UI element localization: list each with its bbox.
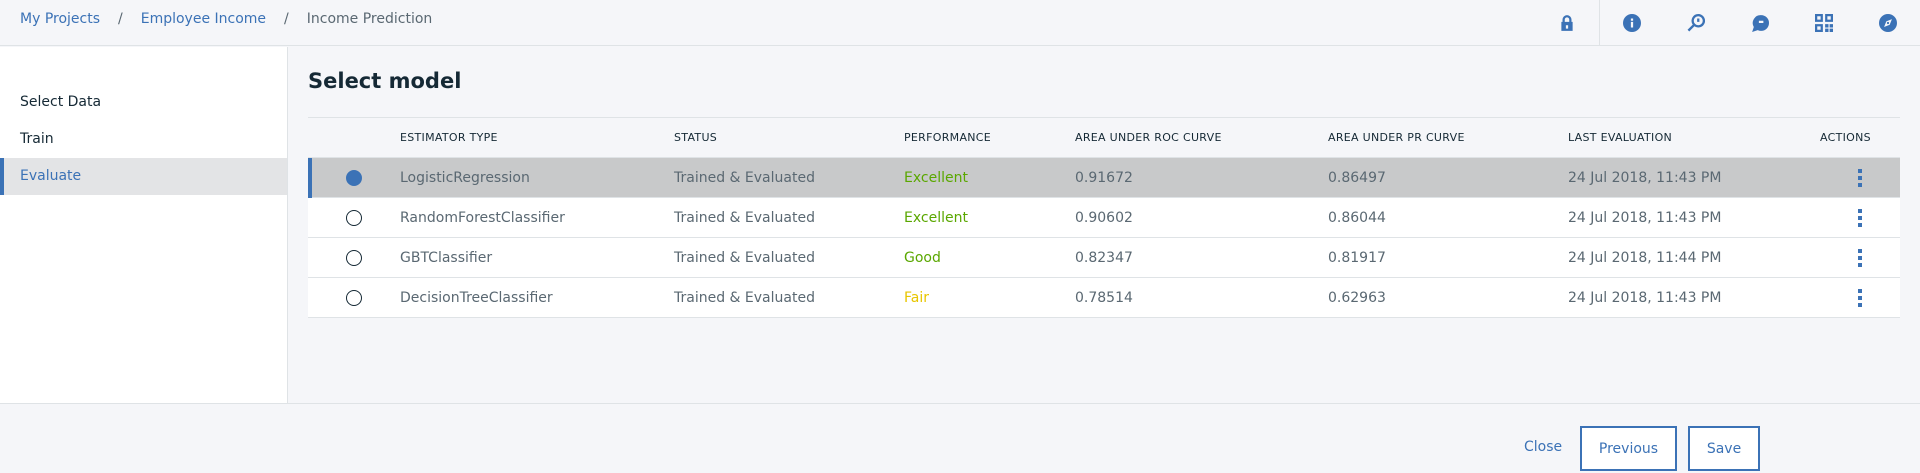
breadcrumb: My Projects / Employee Income / Income P… <box>20 11 432 27</box>
breadcrumb-separator: / <box>118 11 123 27</box>
last-evaluation: 24 Jul 2018, 11:43 PM <box>1568 209 1722 226</box>
sidebar-item-evaluate[interactable]: Evaluate <box>0 158 287 195</box>
header-toolbar <box>1535 0 1920 46</box>
row-radio-button[interactable] <box>346 169 362 186</box>
last-evaluation: 24 Jul 2018, 11:43 PM <box>1568 289 1722 306</box>
sidebar: Select Data Train Evaluate <box>0 47 288 403</box>
header-actions: ACTIONS <box>1820 131 1871 144</box>
pr-value: 0.81917 <box>1328 249 1386 266</box>
close-button[interactable]: Close <box>1524 439 1562 455</box>
status: Trained & Evaluated <box>674 249 815 266</box>
performance: Fair <box>904 289 929 306</box>
models-table: ESTIMATOR TYPE STATUS PERFORMANCE AREA U… <box>308 117 1900 318</box>
estimator-type: GBTClassifier <box>400 249 493 266</box>
chat-icon[interactable] <box>1728 0 1792 46</box>
save-button[interactable]: Save <box>1688 426 1760 471</box>
page-title: Select model <box>308 69 462 93</box>
footer-bar: Close Previous Save <box>0 403 1920 473</box>
performance: Good <box>904 249 941 266</box>
grid-icon[interactable] <box>1792 0 1856 46</box>
overflow-menu-icon[interactable] <box>1852 285 1868 311</box>
header-pr[interactable]: AREA UNDER PR CURVE <box>1328 131 1568 144</box>
sidebar-item-train[interactable]: Train <box>0 121 287 158</box>
table-header: ESTIMATOR TYPE STATUS PERFORMANCE AREA U… <box>308 118 1900 158</box>
table-row[interactable]: GBTClassifier Trained & Evaluated Good 0… <box>308 238 1900 278</box>
pr-value: 0.86497 <box>1328 169 1386 186</box>
estimator-type: LogisticRegression <box>400 169 530 186</box>
pr-value: 0.86044 <box>1328 209 1386 226</box>
overflow-menu-icon[interactable] <box>1852 245 1868 271</box>
estimator-type: RandomForestClassifier <box>400 209 565 226</box>
roc-value: 0.91672 <box>1075 169 1133 186</box>
previous-button[interactable]: Previous <box>1580 426 1677 471</box>
top-header: My Projects / Employee Income / Income P… <box>0 0 1920 46</box>
search-model-icon[interactable] <box>1664 0 1728 46</box>
overflow-menu-icon[interactable] <box>1852 165 1868 191</box>
breadcrumb-current: Income Prediction <box>306 11 433 27</box>
overflow-menu-icon[interactable] <box>1852 205 1868 231</box>
compass-icon[interactable] <box>1856 0 1920 46</box>
info-icon[interactable] <box>1600 0 1664 46</box>
header-roc[interactable]: AREA UNDER ROC CURVE <box>1075 131 1328 144</box>
roc-value: 0.82347 <box>1075 249 1133 266</box>
breadcrumb-my-projects[interactable]: My Projects <box>20 11 100 27</box>
roc-value: 0.90602 <box>1075 209 1133 226</box>
row-radio-button[interactable] <box>346 249 362 266</box>
header-last-evaluation[interactable]: LAST EVALUATION <box>1568 131 1820 144</box>
status: Trained & Evaluated <box>674 169 815 186</box>
status: Trained & Evaluated <box>674 209 815 226</box>
main-content: Select model ESTIMATOR TYPE STATUS PERFO… <box>289 47 1920 403</box>
breadcrumb-separator: / <box>284 11 289 27</box>
breadcrumb-employee-income[interactable]: Employee Income <box>141 11 266 27</box>
row-radio-button[interactable] <box>346 289 362 306</box>
table-row[interactable]: RandomForestClassifier Trained & Evaluat… <box>308 198 1900 238</box>
last-evaluation: 24 Jul 2018, 11:44 PM <box>1568 249 1722 266</box>
roc-value: 0.78514 <box>1075 289 1133 306</box>
pr-value: 0.62963 <box>1328 289 1386 306</box>
row-radio-button[interactable] <box>346 209 362 226</box>
estimator-type: DecisionTreeClassifier <box>400 289 553 306</box>
status: Trained & Evaluated <box>674 289 815 306</box>
table-row[interactable]: DecisionTreeClassifier Trained & Evaluat… <box>308 278 1900 318</box>
header-estimator-type[interactable]: ESTIMATOR TYPE <box>400 131 674 144</box>
performance: Excellent <box>904 209 968 226</box>
sidebar-item-select-data[interactable]: Select Data <box>0 84 287 121</box>
table-row[interactable]: LogisticRegression Trained & Evaluated E… <box>308 158 1900 198</box>
lock-icon[interactable] <box>1535 0 1599 46</box>
performance: Excellent <box>904 169 968 186</box>
header-status[interactable]: STATUS <box>674 131 904 144</box>
header-performance[interactable]: PERFORMANCE <box>904 131 1075 144</box>
last-evaluation: 24 Jul 2018, 11:43 PM <box>1568 169 1722 186</box>
